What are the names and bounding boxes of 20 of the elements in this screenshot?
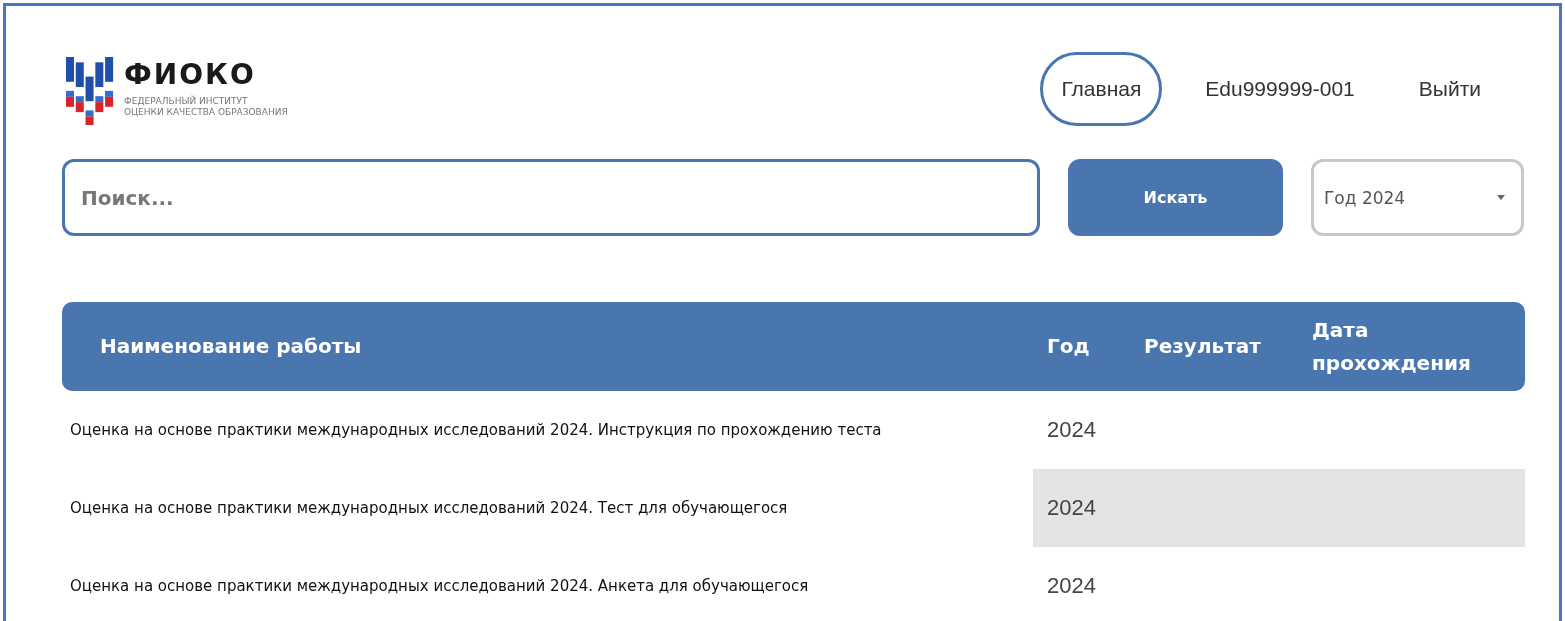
search-field[interactable]: Поиск...	[62, 159, 1040, 236]
search-button[interactable]: Искать	[1068, 159, 1283, 236]
column-header: Дата прохождения	[1311, 316, 1472, 377]
table-cell-text: Оценка на основе практики международных исследований 2024. Инструкция по прохождению теста	[69, 420, 883, 441]
caret-icon	[1497, 195, 1505, 200]
logo-title: ФИОКО	[124, 60, 257, 90]
nav-link[interactable]: Главная	[1040, 52, 1163, 126]
logo-subtitle: ФЕДЕРАЛЬНЫЙ ИНСТИТУТ ОЦЕНКИ КАЧЕСТВА ОБРАЗОВАНИЯ	[124, 96, 288, 118]
column-header: Наименование работы	[99, 333, 363, 360]
nav-link[interactable]: Edu999999-001	[1184, 52, 1376, 126]
table-cell-text: Оценка на основе практики международных исследований 2024. Тест для обучающегося	[69, 498, 789, 519]
column-header: Результат	[1143, 333, 1262, 360]
column-header: Год	[1046, 333, 1091, 360]
table-cell-text: 2024	[1046, 416, 1097, 444]
year-select[interactable]: Год 2024	[1311, 159, 1524, 236]
nav-link[interactable]: Выйти	[1397, 52, 1502, 126]
table-cell-text: Оценка на основе практики международных исследований 2024. Анкета для обучающегося	[69, 576, 810, 597]
table-cell-text: 2024	[1046, 494, 1097, 522]
table-cell-text: 2024	[1046, 572, 1097, 600]
year-select-value: Год 2024	[1324, 187, 1406, 208]
